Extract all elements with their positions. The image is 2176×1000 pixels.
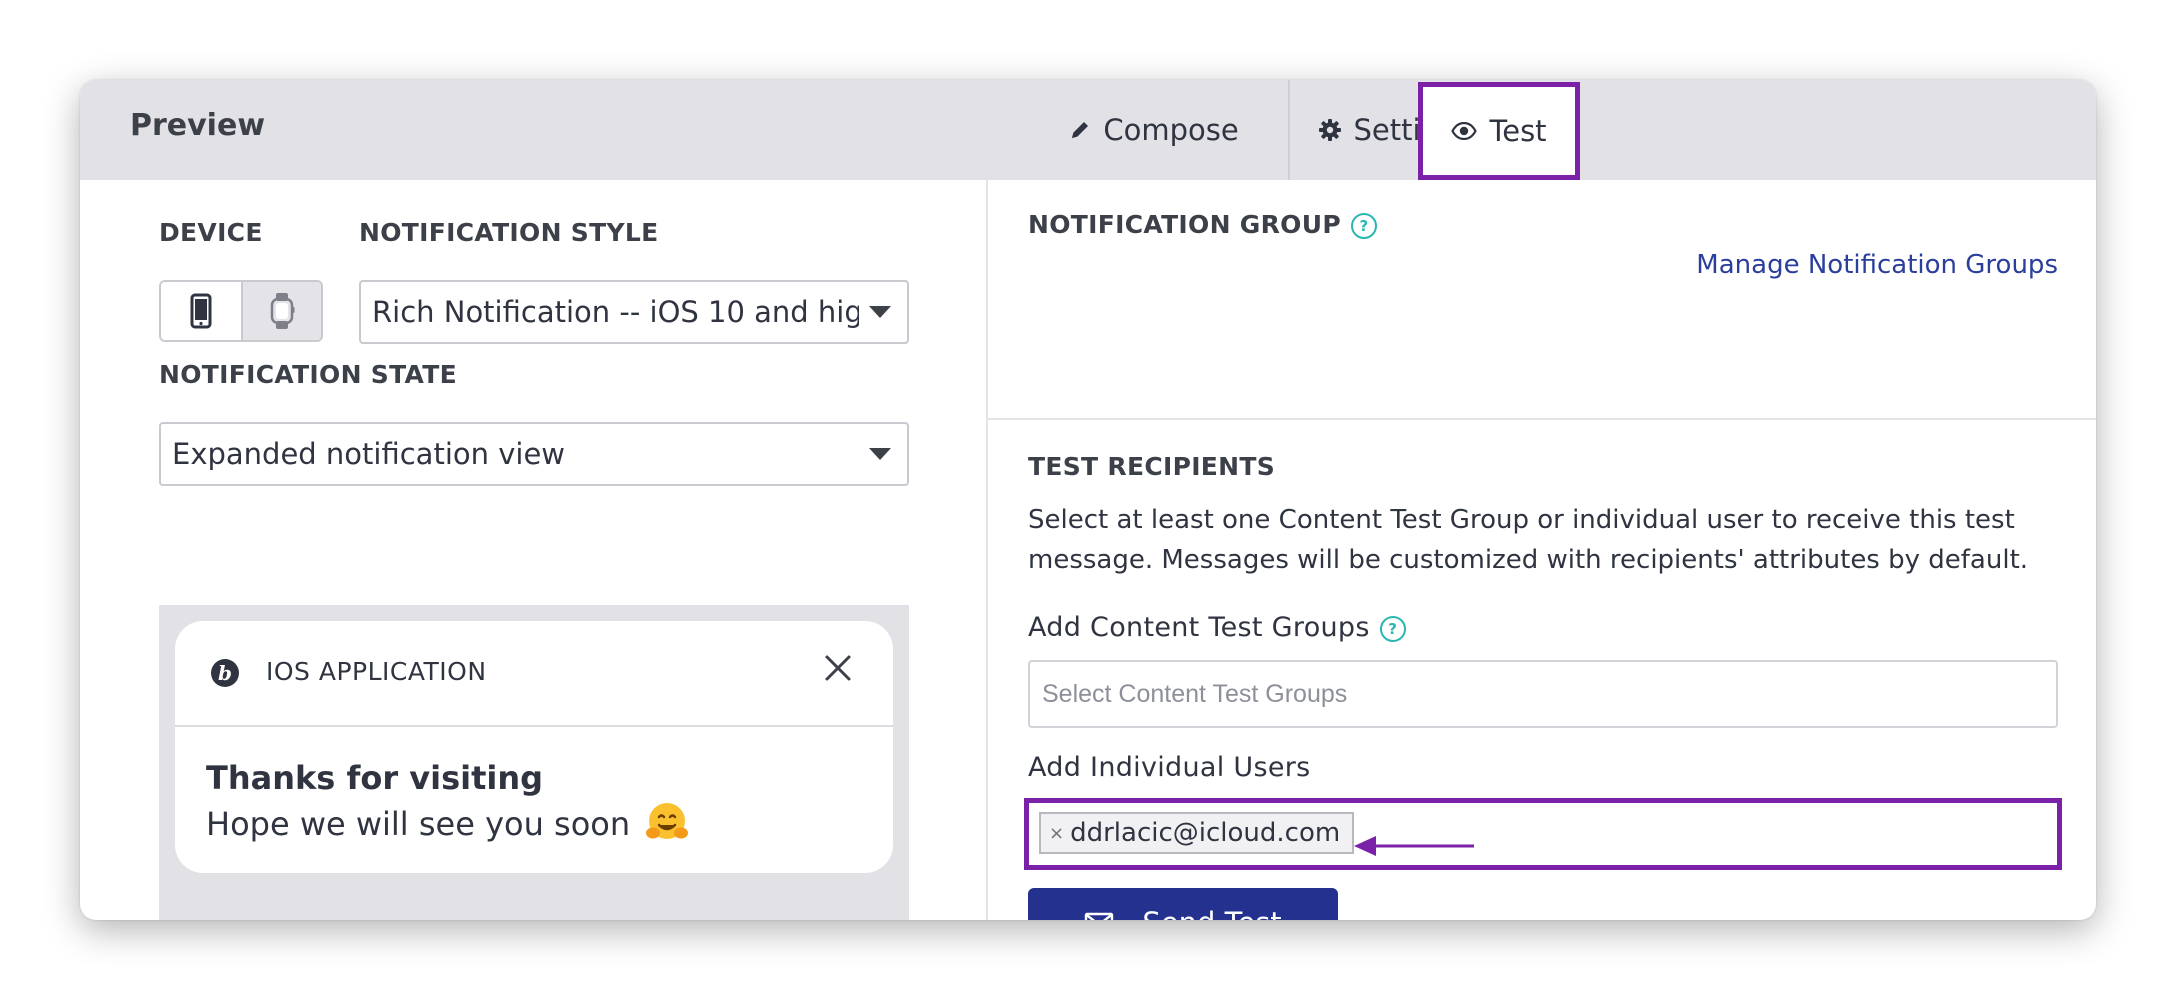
notification-preview-area: b IOS APPLICATION Thanks for visiting Ho… <box>159 605 909 920</box>
divider <box>988 418 2096 420</box>
tab-test[interactable]: Test <box>1418 82 1580 180</box>
panel-title: Preview <box>130 108 266 143</box>
notification-style-label: NOTIFICATION STYLE <box>359 218 659 247</box>
device-phone-button[interactable] <box>161 282 243 340</box>
add-content-test-groups-label-text: Add Content Test Groups <box>1028 612 1370 643</box>
individual-users-input[interactable]: × ddrlacic@icloud.com <box>1024 798 2062 870</box>
device-toggle <box>159 280 323 342</box>
notification-body-text: Hope we will see you soon <box>206 805 631 843</box>
app-name: IOS APPLICATION <box>266 657 487 686</box>
hugging-face-emoji-icon <box>646 803 689 839</box>
help-icon[interactable]: ? <box>1350 213 1377 239</box>
app-logo-icon: b <box>211 659 239 687</box>
notification-group-label: NOTIFICATION GROUP? <box>1028 210 1377 239</box>
send-test-label: Send Test <box>1142 906 1281 920</box>
preview-settings-pane: DEVICE NOTIFICATION STYLE Rich Notificat… <box>80 180 986 920</box>
add-individual-users-label: Add Individual Users <box>1028 752 1311 783</box>
device-watch-button[interactable] <box>243 282 321 340</box>
notification-card: b IOS APPLICATION Thanks for visiting Ho… <box>175 621 893 873</box>
tab-test-label: Test <box>1489 114 1547 148</box>
notification-state-label: NOTIFICATION STATE <box>159 360 457 389</box>
phone-icon <box>190 293 212 329</box>
tab-compose[interactable]: Compose <box>1020 80 1290 180</box>
eye-icon <box>1451 122 1478 140</box>
notification-header: b IOS APPLICATION <box>175 621 893 727</box>
close-icon[interactable] <box>823 653 853 683</box>
chevron-down-icon <box>869 448 891 460</box>
device-label: DEVICE <box>159 218 263 247</box>
pencil-icon <box>1072 122 1089 138</box>
notification-body: Hope we will see you soon <box>206 801 689 843</box>
remove-user-icon[interactable]: × <box>1049 823 1064 844</box>
gear-icon <box>1318 119 1341 141</box>
notification-state-select[interactable]: Expanded notification view <box>159 422 909 486</box>
panel-header: Preview Compose Settings Test <box>80 80 2096 180</box>
chevron-down-icon <box>869 306 891 318</box>
test-recipients-description: Select at least one Content Test Group o… <box>1028 505 2029 575</box>
arrow-annotation-icon <box>1354 836 1474 856</box>
add-content-test-groups-label: Add Content Test Groups? <box>1028 612 1406 643</box>
content-test-groups-select[interactable]: Select Content Test Groups <box>1028 660 2058 728</box>
notification-title: Thanks for visiting <box>206 759 544 797</box>
watch-icon <box>270 293 295 329</box>
notification-group-label-text: NOTIFICATION GROUP <box>1028 210 1341 239</box>
notification-state-value: Expanded notification view <box>172 437 566 471</box>
notification-style-select[interactable]: Rich Notification -- iOS 10 and higher <box>359 280 909 344</box>
send-test-button[interactable]: Send Test <box>1028 888 1338 920</box>
user-chip: × ddrlacic@icloud.com <box>1039 812 1355 854</box>
user-chip-email: ddrlacic@icloud.com <box>1070 818 1341 848</box>
envelope-icon <box>1085 912 1114 920</box>
manage-notification-groups-link[interactable]: Manage Notification Groups <box>1696 250 2058 280</box>
test-recipients-label: TEST RECIPIENTS <box>1028 452 1276 481</box>
test-pane: NOTIFICATION GROUP? Manage Notification … <box>986 180 2096 920</box>
tab-compose-label: Compose <box>1103 113 1239 147</box>
preview-panel: Preview Compose Settings Test DEVICE NOT… <box>80 80 2096 920</box>
help-icon[interactable]: ? <box>1379 615 1406 642</box>
notification-style-value: Rich Notification -- iOS 10 and higher <box>372 295 859 329</box>
